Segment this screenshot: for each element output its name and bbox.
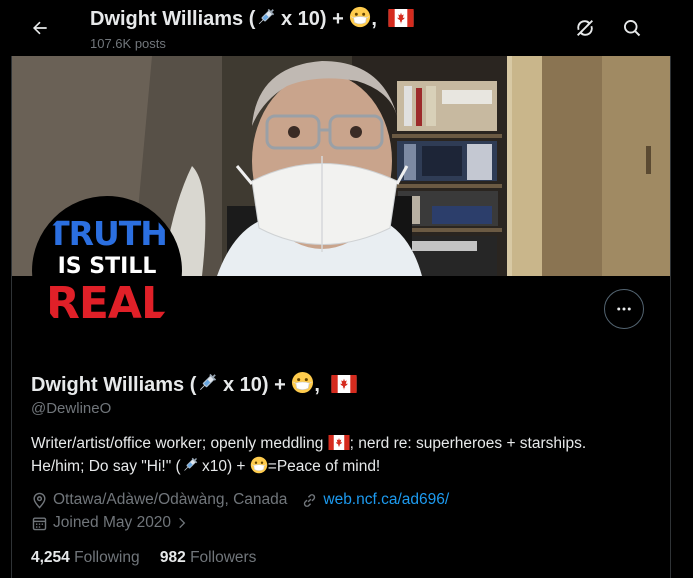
mask-emoji-icon xyxy=(349,6,371,28)
avatar-text-line2: IS STILL xyxy=(57,254,157,279)
following-count: 4,254 xyxy=(31,549,70,566)
profile-website-link[interactable]: web.ncf.ca/ad696/ xyxy=(323,491,449,509)
header-name-prefix: Dwight Williams ( xyxy=(90,8,256,30)
back-arrow-icon xyxy=(33,21,47,35)
mask-emoji-icon xyxy=(291,371,314,394)
profile-handle: @DewlineO xyxy=(31,400,112,417)
following-label: Following xyxy=(74,549,140,566)
canada-flag-icon xyxy=(388,9,414,27)
display-name-suffix: , xyxy=(314,374,320,396)
syringe-icon xyxy=(181,457,198,474)
syringe-icon xyxy=(255,8,275,28)
following-link[interactable]: 4,254 Following xyxy=(31,549,140,567)
header-profile-name: Dwight Williams ( x 10) + , xyxy=(90,6,414,31)
profile-joined-date: Joined May 2020 xyxy=(53,514,172,531)
avatar-text-line3: REAL xyxy=(45,278,169,329)
canada-flag-icon xyxy=(331,375,357,393)
profile-avatar[interactable]: TRUTH IS STILL REAL xyxy=(32,196,182,346)
bio-line-1: Writer/artist/office worker; openly medd… xyxy=(31,435,587,452)
left-column-border xyxy=(0,56,12,578)
canada-flag-icon xyxy=(328,435,350,450)
search-icon xyxy=(624,20,641,37)
more-options-button[interactable] xyxy=(604,289,644,329)
profile-joined-row[interactable]: Joined May 2020 xyxy=(31,514,194,532)
header-name-x10: x 10) + xyxy=(275,8,350,30)
avatar-text-line1: TRUTH xyxy=(47,214,168,253)
link-icon xyxy=(301,492,318,509)
calendar-icon xyxy=(31,515,48,532)
header-post-count: 107.6K posts xyxy=(90,36,166,51)
followers-count: 982 xyxy=(159,549,186,566)
profile-display-name: Dwight Williams ( x 10) + , xyxy=(31,371,357,397)
mask-emoji-icon xyxy=(250,456,268,474)
search-button[interactable] xyxy=(614,10,650,46)
back-button[interactable] xyxy=(22,10,58,46)
profile-location: Ottawa/Adàwe/Odàwàng, Canada xyxy=(53,491,288,508)
profile-follow-stats: 4,254 Following 982 Followers xyxy=(31,549,256,567)
header-name-suffix: , xyxy=(371,8,377,30)
more-dots-icon xyxy=(617,307,631,311)
profile-meta-row: Ottawa/Adàwe/Odàwàng, Canada web.ncf.ca/… xyxy=(31,491,449,509)
retweet-slash-icon xyxy=(577,20,593,36)
display-name-x10: x 10) + xyxy=(217,374,292,396)
chevron-right-icon xyxy=(175,516,189,530)
top-bar: Dwight Williams ( x 10) + , 107.6K posts xyxy=(0,0,693,56)
right-column-border xyxy=(670,56,693,578)
retweets-toggle-button[interactable] xyxy=(567,10,603,46)
profile-bio: Writer/artist/office worker; openly medd… xyxy=(31,432,661,478)
display-name-prefix: Dwight Williams ( xyxy=(31,374,197,396)
followers-link[interactable]: 982 Followers xyxy=(160,549,257,567)
syringe-icon xyxy=(196,373,217,394)
bio-line-2: He/him; Do say "Hi!" ( x10) + =Peace of … xyxy=(31,456,381,475)
followers-label: Followers xyxy=(190,549,257,566)
location-pin-icon xyxy=(31,492,48,509)
